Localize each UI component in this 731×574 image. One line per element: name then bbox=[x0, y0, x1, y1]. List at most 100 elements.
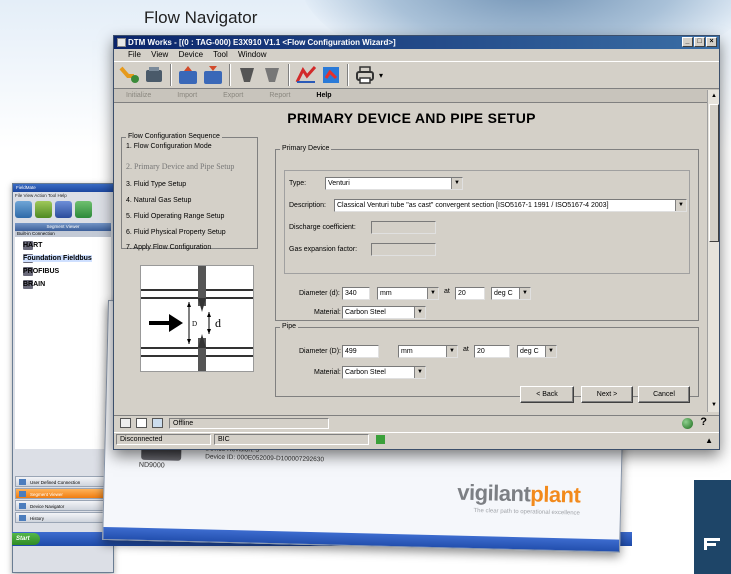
fieldmate-menubar: File View Action Tool Help bbox=[13, 192, 113, 199]
next-button[interactable]: Next > bbox=[581, 386, 633, 403]
start-button[interactable]: Start bbox=[12, 533, 40, 545]
list-view-icon[interactable] bbox=[152, 418, 163, 428]
diameter-d-input[interactable]: 340 bbox=[342, 287, 370, 300]
seq-step-1[interactable]: 1. Flow Configuration Mode bbox=[126, 143, 212, 150]
pipe-group: Pipe Diameter (D): 499 mm ▼ at 20 deg C … bbox=[275, 323, 699, 397]
tree-item-profibus[interactable]: PROFIBUS bbox=[15, 265, 111, 278]
pipe-temp-input[interactable]: 20 bbox=[474, 345, 510, 358]
diameter-D-input[interactable]: 499 bbox=[342, 345, 379, 358]
tool-trend-icon[interactable] bbox=[295, 64, 317, 86]
brand-mark-icon bbox=[704, 538, 720, 550]
seq-step-7[interactable]: 7. Apply Flow Configuration bbox=[126, 244, 211, 251]
fieldmate-titlebar: FieldMate bbox=[13, 184, 113, 192]
sequence-panel: Flow Configuration Sequence 1. Flow Conf… bbox=[121, 133, 258, 251]
print-icon[interactable] bbox=[354, 64, 376, 86]
menu-file[interactable]: File bbox=[128, 50, 141, 59]
device-name: ND9000 bbox=[138, 461, 165, 470]
close-icon[interactable]: × bbox=[706, 37, 717, 47]
primary-device-group: Primary Device Type: Venturi ▼ Descripti… bbox=[275, 145, 699, 321]
resize-grip-icon[interactable]: ▲ bbox=[705, 434, 713, 447]
primary-temp-unit-dropdown[interactable]: deg C ▼ bbox=[491, 287, 531, 300]
wizard-body: PRIMARY DEVICE AND PIPE SETUP Flow Confi… bbox=[116, 105, 707, 412]
mode-status: Offline bbox=[169, 418, 329, 429]
type-dropdown[interactable]: Venturi ▼ bbox=[325, 177, 463, 190]
toolbar-separator bbox=[347, 64, 349, 86]
back-button[interactable]: < Back bbox=[520, 386, 574, 403]
fm-menu-tool[interactable]: Tool bbox=[48, 193, 56, 198]
scroll-up-icon[interactable]: ▲ bbox=[709, 91, 719, 101]
diameter-D-label: Diameter (D): bbox=[299, 348, 342, 355]
tool-offline-param-icon[interactable] bbox=[261, 64, 283, 86]
diagram-label-D: D bbox=[192, 320, 197, 328]
seq-step-4[interactable]: 4. Natural Gas Setup bbox=[126, 197, 191, 204]
fm-tool-device-icon[interactable] bbox=[55, 201, 72, 218]
menu-device[interactable]: Device bbox=[179, 50, 203, 59]
fieldmate-nav: User Defined Connection Segment Viewer D… bbox=[15, 476, 111, 524]
description-dropdown[interactable]: Classical Venturi tube "as cast" converg… bbox=[334, 199, 687, 212]
seq-step-6[interactable]: 6. Fluid Physical Property Setup bbox=[126, 229, 226, 236]
maximize-icon[interactable]: □ bbox=[694, 37, 705, 47]
scroll-thumb[interactable] bbox=[709, 104, 719, 242]
grid-view-icon[interactable] bbox=[120, 418, 131, 428]
seq-step-5[interactable]: 5. Fluid Operating Range Setup bbox=[126, 213, 224, 220]
gas-expansion-label: Gas expansion factor: bbox=[289, 246, 358, 253]
tool-online-param-icon[interactable] bbox=[236, 64, 258, 86]
nav-history[interactable]: History bbox=[15, 512, 111, 523]
edit-icon[interactable] bbox=[136, 418, 147, 428]
primary-material-dropdown[interactable]: Carbon Steel ▼ bbox=[342, 306, 426, 319]
primary-temp-input[interactable]: 20 bbox=[455, 287, 485, 300]
wizard-menu: Initialize Import Export Report Help bbox=[114, 89, 719, 103]
nav-user-defined-connection[interactable]: User Defined Connection bbox=[15, 476, 111, 487]
dtm-toolbar: ▾ bbox=[114, 61, 719, 89]
menu-view[interactable]: View bbox=[151, 50, 168, 59]
diameter-d-unit-dropdown[interactable]: mm ▼ bbox=[377, 287, 439, 300]
cancel-button[interactable]: Cancel bbox=[638, 386, 690, 403]
fm-tool-connect-icon[interactable] bbox=[15, 201, 32, 218]
pipe-temp-unit-dropdown[interactable]: deg C ▼ bbox=[517, 345, 557, 358]
print-dropdown-icon[interactable]: ▾ bbox=[379, 71, 383, 80]
fm-menu-help[interactable]: Help bbox=[57, 193, 66, 198]
status-field-2: BIC bbox=[214, 434, 369, 445]
tool-upload-icon[interactable] bbox=[177, 64, 199, 86]
venturi-diagram: D d bbox=[140, 265, 254, 372]
scroll-down-icon[interactable]: ▼ bbox=[709, 400, 719, 410]
tree-item-hart[interactable]: HART bbox=[15, 239, 111, 252]
nav-segment-viewer[interactable]: Segment Viewer bbox=[15, 488, 111, 499]
wizard-menu-import: Import bbox=[177, 92, 198, 99]
fm-menu-file[interactable]: File bbox=[15, 193, 22, 198]
tool-connect-icon[interactable] bbox=[118, 64, 140, 86]
seq-step-2[interactable]: 2. Primary Device and Pipe Setup bbox=[126, 162, 234, 171]
tool-download-icon[interactable] bbox=[202, 64, 224, 86]
minimize-icon[interactable]: _ bbox=[682, 37, 693, 47]
fm-menu-action[interactable]: Action bbox=[34, 193, 47, 198]
primary-device-inner: Type: Venturi ▼ Description: Classical V… bbox=[284, 170, 690, 274]
menu-window[interactable]: Window bbox=[238, 50, 266, 59]
type-label: Type: bbox=[289, 180, 307, 187]
dtm-title: DTM Works - [(0 : TAG-000) E3X910 V1.1 <… bbox=[128, 38, 396, 47]
tool-diagnosis-icon[interactable] bbox=[320, 64, 342, 86]
help-icon[interactable]: ? bbox=[700, 416, 707, 428]
brand-tile bbox=[694, 480, 731, 574]
diameter-D-unit-dropdown[interactable]: mm ▼ bbox=[398, 345, 458, 358]
fm-tool-search-icon[interactable] bbox=[35, 201, 52, 218]
fm-tool-config-icon[interactable] bbox=[75, 201, 92, 218]
vertical-scrollbar[interactable]: ▲ ▼ bbox=[707, 90, 719, 412]
discharge-coefficient-field bbox=[371, 221, 436, 234]
seq-step-3[interactable]: 3. Fluid Type Setup bbox=[126, 181, 186, 188]
sequence-title: Flow Configuration Sequence bbox=[126, 133, 222, 140]
menu-tool[interactable]: Tool bbox=[213, 50, 228, 59]
gas-expansion-field bbox=[371, 243, 436, 256]
fieldmate-toolbar bbox=[13, 199, 113, 221]
dtm-menubar: File View Device Tool Window bbox=[114, 49, 719, 61]
chevron-down-icon: ▼ bbox=[519, 288, 530, 299]
tree-item-foundation-fieldbus[interactable]: Foundation Fieldbus bbox=[15, 252, 111, 265]
pipe-material-dropdown[interactable]: Carbon Steel ▼ bbox=[342, 366, 426, 379]
tree-item-brain[interactable]: BRAIN bbox=[15, 278, 111, 291]
tool-disconnect-icon[interactable] bbox=[143, 64, 165, 86]
wizard-menu-help[interactable]: Help bbox=[316, 92, 331, 99]
chevron-down-icon: ▼ bbox=[414, 367, 425, 378]
fm-menu-view[interactable]: View bbox=[24, 193, 34, 198]
nav-device-navigator[interactable]: Device Navigator bbox=[15, 500, 111, 511]
chevron-down-icon: ▼ bbox=[414, 307, 425, 318]
discharge-coefficient-label: Discharge coefficient: bbox=[289, 224, 356, 231]
